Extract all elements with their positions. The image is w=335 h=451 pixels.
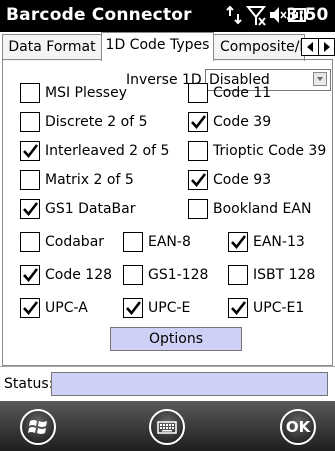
keyboard-button[interactable] [149, 409, 185, 445]
windows-start-button[interactable] [20, 409, 56, 445]
checkbox-box[interactable] [188, 141, 208, 161]
tab-1d-code-types[interactable]: 1D Code Types [101, 32, 214, 60]
checkmark-icon [191, 173, 207, 188]
tab-composite[interactable]: Composite/F [213, 34, 305, 61]
checkbox-label: MSI Plessey [45, 85, 127, 101]
tab-scroll-arrows [301, 38, 335, 56]
app-title: Barcode Connector [6, 5, 192, 25]
checkbox-label: GS1 DataBar [45, 201, 136, 217]
checkbox-label: EAN-8 [148, 234, 191, 250]
checkmark-icon [23, 268, 39, 283]
options-button[interactable]: Options [110, 327, 242, 351]
checkbox-box[interactable] [188, 112, 208, 132]
checkbox-box[interactable] [20, 170, 40, 190]
checkbox-box[interactable] [228, 298, 248, 318]
bottom-bar: OK [0, 401, 335, 451]
checkbox-box[interactable] [20, 199, 40, 219]
checkbox-label: Trioptic Code 39 [213, 143, 327, 159]
checkbox-label: UPC-E [148, 300, 191, 316]
checkmark-icon [23, 202, 39, 217]
checkmark-icon [126, 301, 142, 316]
tab-scroll-left-icon[interactable] [302, 39, 318, 55]
checkmark-icon [191, 115, 207, 130]
checkbox-label: EAN-13 [253, 234, 305, 250]
ok-button[interactable]: OK [280, 409, 316, 445]
checkbox-label: GS1-128 [148, 267, 209, 283]
tab-strip: Data Format 1D Code Types Composite/F [0, 32, 335, 61]
checkbox-label: ISBT 128 [253, 267, 316, 283]
checkbox-label: UPC-E1 [253, 300, 305, 316]
chevron-down-icon[interactable] [313, 72, 327, 86]
no-signal-icon [246, 6, 267, 26]
checkbox-box[interactable] [188, 170, 208, 190]
checkmark-icon [231, 235, 247, 250]
windows-start-icon [28, 420, 47, 434]
checkbox-label: Discrete 2 of 5 [45, 114, 148, 130]
checkbox-box[interactable] [188, 199, 208, 219]
checkbox-box[interactable] [20, 265, 40, 285]
checkbox-label: Codabar [45, 234, 105, 250]
checkbox-box[interactable] [188, 83, 208, 103]
checkbox-box[interactable] [123, 298, 143, 318]
checkbox-box[interactable] [20, 298, 40, 318]
ok-label: OK [285, 418, 311, 436]
checkbox-box[interactable] [123, 265, 143, 285]
checkbox-label: Bookland EAN [213, 201, 312, 217]
checkbox-label: Code 128 [45, 267, 113, 283]
checkbox-box[interactable] [20, 232, 40, 252]
checkbox-label: Code 39 [213, 114, 272, 130]
status-field[interactable] [51, 372, 328, 396]
keyboard-icon [157, 421, 177, 434]
checkmark-icon [231, 301, 247, 316]
checkbox-box[interactable] [228, 265, 248, 285]
checkbox-label: UPC-A [45, 300, 88, 316]
speaker-off-icon [270, 7, 287, 23]
clock: 3:50 [286, 5, 329, 25]
tab-scroll-right-icon[interactable] [319, 39, 335, 55]
checkbox-box[interactable] [20, 112, 40, 132]
tab-data-format[interactable]: Data Format [2, 34, 102, 61]
checkbox-box[interactable] [228, 232, 248, 252]
checkmark-icon [23, 144, 39, 159]
divider [0, 366, 335, 367]
checkbox-box[interactable] [123, 232, 143, 252]
status-label: Status: [4, 376, 54, 392]
checkmark-icon [23, 301, 39, 316]
title-bar: Barcode Connector 3:50 [0, 0, 335, 32]
sync-arrows-icon [226, 5, 242, 25]
checkbox-label: Matrix 2 of 5 [45, 172, 134, 188]
checkbox-label: Code 93 [213, 172, 272, 188]
checkbox-box[interactable] [20, 141, 40, 161]
checkbox-box[interactable] [20, 83, 40, 103]
checkbox-label: Code 11 [213, 85, 272, 101]
checkbox-label: Interleaved 2 of 5 [45, 143, 170, 159]
